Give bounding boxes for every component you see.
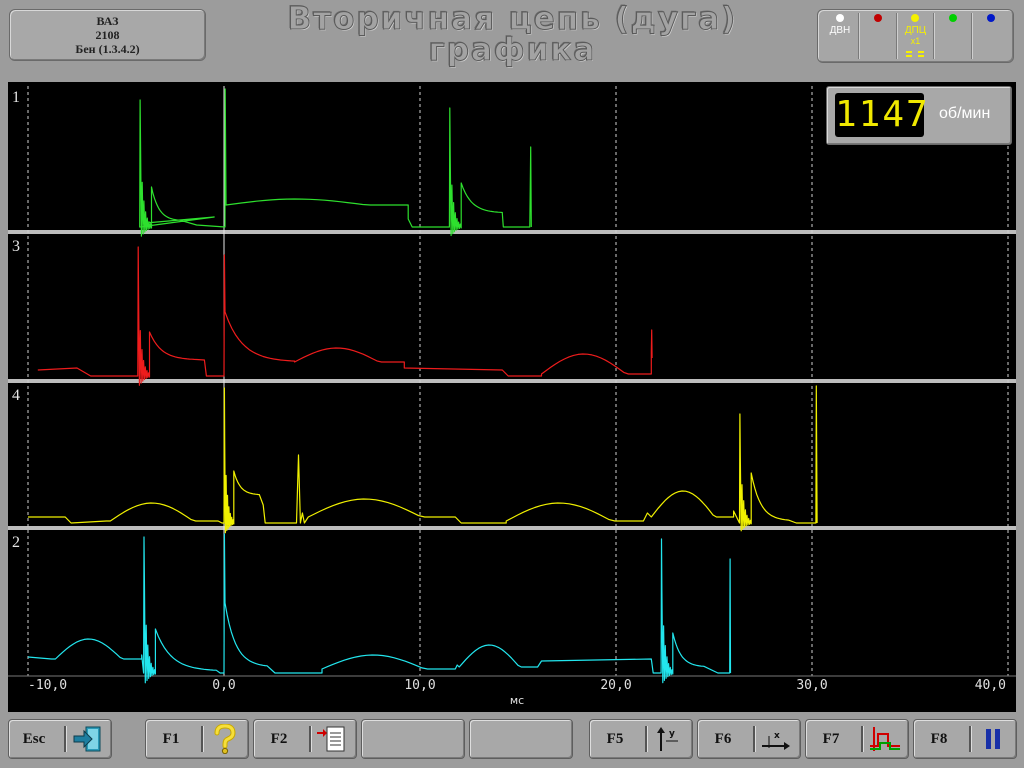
channel-divider <box>8 526 1016 530</box>
channel-label: 3 <box>12 238 20 255</box>
exit-icon <box>73 726 101 752</box>
sensor-multiplier: x1 <box>910 36 921 46</box>
page-title: Вторичная цепь (дуга) графика <box>210 1 815 68</box>
tick-label: 20,0 <box>600 678 631 693</box>
esc-button[interactable]: Esc <box>8 719 112 759</box>
rpm-value: 1147 <box>835 93 930 137</box>
tick-label: 0,0 <box>212 678 235 693</box>
sensor-panel: ДВН ДПЦ x1 <box>817 9 1014 63</box>
vehicle-model: ВАЗ <box>96 14 119 28</box>
key-label: Esc <box>22 731 46 747</box>
sensor-signal-icon <box>906 51 925 57</box>
sensor-dot-green <box>949 14 958 22</box>
y-scale-icon: y <box>657 727 678 751</box>
tick-label: -10,0 <box>28 678 67 693</box>
sensor-dot-white <box>835 14 844 22</box>
sensor-dot-red <box>873 14 882 22</box>
tick-label: 40,0 <box>975 678 1006 693</box>
channel-trace-3 <box>37 246 653 386</box>
x-scale-button[interactable]: F6 x <box>697 719 801 759</box>
vehicle-code: 2108 <box>95 28 120 42</box>
x-axis-unit: мс <box>510 694 524 707</box>
channel-label: 2 <box>12 534 20 551</box>
rpm-unit: об/мин <box>939 105 991 122</box>
key-label: F2 <box>270 731 288 747</box>
help-button[interactable]: F1 <box>145 719 249 759</box>
channel-divider <box>8 230 1016 234</box>
sensor-blue <box>972 13 1009 59</box>
channel-divider <box>8 379 1016 383</box>
channel-trace-2 <box>27 533 732 684</box>
sensor-label: ДВН <box>829 25 851 36</box>
tick-label: 30,0 <box>796 678 827 693</box>
sensor-red <box>858 13 897 59</box>
oscilloscope-display[interactable]: -10,0 0,0 10,0 20,0 30,0 40,0 мс 1 3 4 2 <box>8 82 1016 712</box>
title-line-2: графика <box>428 32 597 68</box>
sensor-dot-blue <box>987 14 996 22</box>
y-scale-button[interactable]: F5 y <box>589 719 693 759</box>
key-label: F6 <box>714 731 732 747</box>
trigger-button[interactable]: F7 <box>805 719 909 759</box>
key-label: F5 <box>606 731 624 747</box>
key-label: F1 <box>162 731 180 747</box>
channel-label: 4 <box>12 387 20 404</box>
channel-trace-1 <box>139 88 532 237</box>
engine-info: Бен (1.3.4.2) <box>75 42 140 56</box>
empty-button-1 <box>361 719 465 759</box>
tick-label: 10,0 <box>404 678 435 693</box>
sensor-label: ДПЦ <box>904 25 927 36</box>
sensor-dot-yellow <box>911 14 920 22</box>
trigger-icon <box>870 727 900 751</box>
channel-trace-4 <box>28 385 818 534</box>
title-line-1: Вторичная цепь (дуга) <box>287 1 738 37</box>
sensor-dvn: ДВН <box>822 13 859 59</box>
help-icon <box>214 724 236 754</box>
key-label: F7 <box>822 731 840 747</box>
rpm-display: 1147 об/мин <box>826 86 1012 145</box>
oscilloscope-plot: -10,0 0,0 10,0 20,0 30,0 40,0 мс 1 3 4 2 <box>8 86 1016 707</box>
vehicle-info: ВАЗ 2108 Бен (1.3.4.2) <box>9 9 206 61</box>
sensor-dpc: ДПЦ x1 <box>896 13 935 59</box>
sensor-green <box>934 13 973 59</box>
svg-text:x: x <box>774 731 780 741</box>
key-label: F8 <box>930 731 948 747</box>
x-scale-icon: x <box>762 731 790 750</box>
report-icon <box>317 726 345 752</box>
svg-text:y: y <box>669 729 675 739</box>
pause-icon <box>986 729 1000 749</box>
channel-label: 1 <box>12 89 20 106</box>
report-button[interactable]: F2 <box>253 719 357 759</box>
pause-button[interactable]: F8 <box>913 719 1017 759</box>
empty-button-2 <box>469 719 573 759</box>
